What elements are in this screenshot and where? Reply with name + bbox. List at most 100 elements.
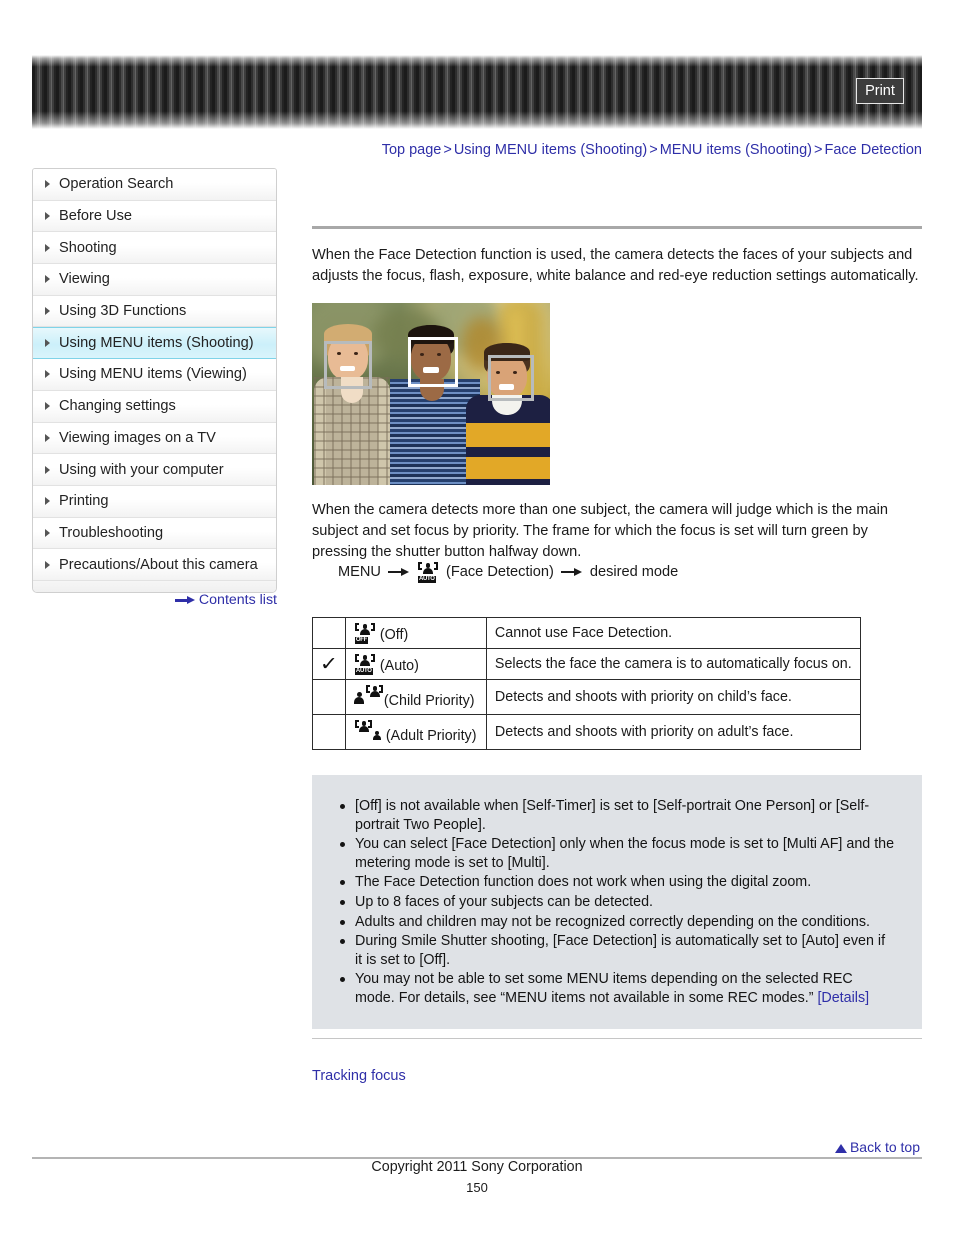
chevron-right-icon [45,497,50,506]
sidebar-item-changing-settings[interactable]: Changing settings [33,390,276,423]
face-frame-right [488,355,534,401]
breadcrumb-item-0[interactable]: Top page [382,142,442,158]
chevron-right-icon [45,433,50,442]
chevron-right-icon [45,212,50,221]
menu-label: MENU [338,564,381,580]
menu-path-line: MENU AUTO (Face Detection) desired mode [338,562,678,583]
chevron-right-icon [45,528,50,537]
mode-label: (Auto) [379,658,419,674]
breadcrumb-separator: > [443,142,452,158]
contents-list-link[interactable]: Contents list [32,592,277,608]
checkmark-icon: ✓ [319,653,339,675]
page-number: 150 [466,1180,488,1195]
triangle-up-icon [834,1144,847,1153]
note-item: Up to 8 faces of your subjects can be de… [338,893,896,912]
mode-label: (Child Priority) [383,693,475,709]
chevron-right-icon [45,560,50,569]
breadcrumb-item-2[interactable]: MENU items (Shooting) [660,142,812,158]
chevron-right-icon [45,243,50,252]
table-cell-check [312,714,346,750]
table-cell-mode: (Adult Priority) [344,714,487,750]
table-cell-mode: AUTO (Auto) [344,648,487,680]
note-item: The Face Detection function does not wor… [338,873,896,892]
table-cell-mode: OFF (Off) [344,617,487,649]
content-divider [312,226,922,229]
note-text: You may not be able to set some MENU ite… [355,971,853,1006]
face-frame-left [324,341,372,389]
sidebar-item-before-use[interactable]: Before Use [33,200,276,233]
sidebar-item-label: Printing [59,493,109,510]
table-cell-check: ✓ [312,648,346,680]
note-item: You may not be able to set some MENU ite… [338,970,896,1007]
arrow-right-icon [560,567,583,577]
back-to-top-link[interactable]: Back to top [834,1139,920,1155]
chevron-right-icon [45,402,50,411]
sidebar-item-label: Viewing [59,271,110,288]
manual-page: Print Top page > Using MENU items (Shootin… [0,0,954,1235]
sidebar-item-label: Using MENU items (Viewing) [59,366,247,383]
sidebar-item-printing[interactable]: Printing [33,485,276,518]
contents-list-label: Contents list [198,592,277,608]
sidebar-item-using-3d-functions[interactable]: Using 3D Functions [33,295,276,328]
arrow-right-icon [387,567,410,577]
table-row: ✓ AUTO (Auto) Selects the face the camer… [312,648,861,680]
note-item: You can select [Face Detection] only whe… [338,835,896,872]
note-item: [Off] is not available when [Self-Timer]… [338,797,896,834]
mode-label: (Off) [379,627,409,643]
sidebar-item-label: Using MENU items (Shooting) [59,335,254,352]
sidebar-item-viewing[interactable]: Viewing [33,264,276,296]
tracking-focus-link[interactable]: Tracking focus [312,1068,406,1084]
sidebar-item-using-with-your-computer[interactable]: Using with your computer [33,454,276,486]
table-row: OFF (Off) Cannot use Face Detection. [312,617,861,649]
chevron-right-icon [45,465,50,474]
sidebar-item-label: Using with your computer [59,461,224,478]
sidebar-item-using-menu-items-viewing[interactable]: Using MENU items (Viewing) [33,359,276,391]
sidebar-item-operation-search[interactable]: Operation Search [33,169,276,201]
arrow-right-icon [174,595,195,605]
sidebar-item-label: Viewing images on a TV [59,429,216,446]
face-detection-off-icon: OFF [354,623,376,644]
face-detection-auto-icon: AUTO [417,562,439,583]
back-to-top-label: Back to top [849,1139,920,1155]
breadcrumb-item-1[interactable]: Using MENU items (Shooting) [454,142,647,158]
adult-priority-icon [354,720,382,740]
breadcrumb-item-3[interactable]: Face Detection [824,142,922,158]
sidebar-item-label: Operation Search [59,176,174,193]
sidebar-item-label: Before Use [59,208,133,225]
sidebar-item-label: Using 3D Functions [59,303,187,320]
sidebar-item-precautions-about-this-camera[interactable]: Precautions/About this camera [33,549,276,581]
table-cell-check [312,679,346,715]
chevron-right-icon [45,339,50,348]
table-cell-mode: (Child Priority) [344,679,487,715]
sidebar-footer-pad [33,580,276,592]
header-banner: Print [32,55,922,129]
details-link[interactable]: [Details] [817,990,869,1006]
breadcrumb-separator: > [814,142,823,158]
note-item: Adults and children may not be recognize… [338,913,896,932]
breadcrumb-separator: > [649,142,658,158]
main-content: When the Face Detection function is used… [312,168,922,287]
chevron-right-icon [45,275,50,284]
table-cell-description: Detects and shoots with priority on adul… [485,714,861,750]
chevron-right-icon [45,180,50,189]
chevron-right-icon [45,370,50,379]
notes-panel: [Off] is not available when [Self-Timer]… [312,775,922,1029]
copyright-text: Copyright 2011 Sony Corporation [371,1159,583,1175]
notes-list: [Off] is not available when [Self-Timer]… [338,797,896,1008]
sidebar-item-viewing-images-on-a-tv[interactable]: Viewing images on a TV [33,422,276,455]
table-row: (Child Priority) Detects and shoots with… [312,679,861,715]
print-button[interactable]: Print [856,78,904,104]
face-frame-main [408,337,458,387]
sidebar-item-label: Shooting [59,239,117,256]
sidebar-item-using-menu-items-shooting[interactable]: Using MENU items (Shooting) [33,327,276,360]
sidebar-item-troubleshooting[interactable]: Troubleshooting [33,517,276,550]
sidebar-item-label: Changing settings [59,398,176,415]
second-paragraph: When the camera detects more than one su… [312,502,888,560]
breadcrumb: Top page > Using MENU items (Shooting) > MEN… [312,142,922,158]
face-detection-modes-table: OFF (Off) Cannot use Face Detection. ✓ A… [312,617,861,750]
sidebar-item-label: Precautions/About this camera [59,556,258,573]
content-divider-bottom [312,1038,922,1039]
sidebar-item-shooting[interactable]: Shooting [33,232,276,265]
sidebar-nav: Operation Search Before Use Shooting Vie… [32,168,277,593]
icon-tag-label: AUTO [417,576,436,583]
